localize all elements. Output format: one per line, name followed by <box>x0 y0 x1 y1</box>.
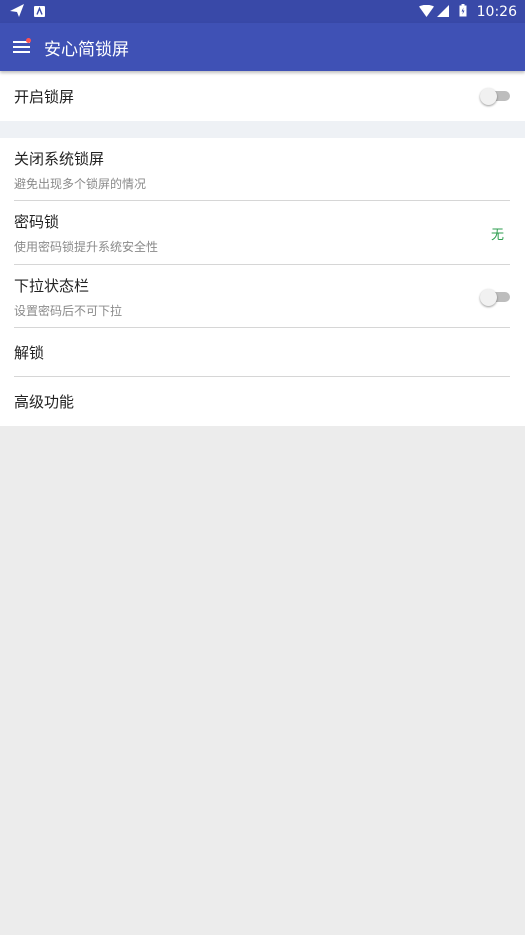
pulldown-status-bar-title: 下拉状态栏 <box>14 276 90 295</box>
status-time: 10:26 <box>476 3 517 20</box>
settings-card: 关闭系统锁屏 避免出现多个锁屏的情况 密码锁 使用密码锁提升系统安全性 无 下拉… <box>0 138 525 426</box>
status-bar-left <box>10 2 45 21</box>
unlock-title: 解锁 <box>14 344 45 362</box>
notification-a-icon <box>34 2 45 21</box>
enable-lock-title: 开启锁屏 <box>14 87 75 106</box>
pulldown-status-bar-subtitle: 设置密码后不可下拉 <box>14 303 123 318</box>
status-bar: 10:26 <box>0 0 525 23</box>
password-lock-title: 密码锁 <box>14 213 60 231</box>
battery-icon <box>459 2 467 21</box>
enable-lock-row[interactable]: 开启锁屏 <box>0 71 525 121</box>
pulldown-status-bar-toggle[interactable] <box>480 288 510 306</box>
close-system-lock-title: 关闭系统锁屏 <box>14 149 105 168</box>
enable-lock-toggle[interactable] <box>480 88 510 105</box>
enable-lock-card: 开启锁屏 <box>0 71 525 121</box>
unlock-row[interactable]: 解锁 <box>0 328 525 377</box>
status-bar-right: 10:26 <box>418 2 517 21</box>
password-lock-subtitle: 使用密码锁提升系统安全性 <box>14 240 159 254</box>
close-system-lock-row[interactable]: 关闭系统锁屏 避免出现多个锁屏的情况 <box>0 138 525 201</box>
hamburger-menu-icon[interactable] <box>0 23 44 71</box>
password-lock-row[interactable]: 密码锁 使用密码锁提升系统安全性 无 <box>0 201 525 265</box>
app-toolbar: 安心简锁屏 <box>0 23 525 71</box>
password-lock-value: 无 <box>490 227 504 243</box>
pulldown-status-bar-row[interactable]: 下拉状态栏 设置密码后不可下拉 <box>0 265 525 328</box>
app-title: 安心简锁屏 <box>44 39 129 60</box>
send-icon <box>10 2 24 21</box>
section-gap <box>0 121 525 138</box>
advanced-row[interactable]: 高级功能 <box>0 377 525 426</box>
signal-icon <box>436 2 449 21</box>
close-system-lock-subtitle: 避免出现多个锁屏的情况 <box>14 176 147 191</box>
wifi-icon <box>418 2 434 21</box>
settings-content: 开启锁屏 关闭系统锁屏 避免出现多个锁屏的情况 密码锁 使用密码锁提升系统安全性… <box>0 71 525 426</box>
advanced-title: 高级功能 <box>14 393 75 411</box>
menu-badge-dot <box>26 38 31 43</box>
